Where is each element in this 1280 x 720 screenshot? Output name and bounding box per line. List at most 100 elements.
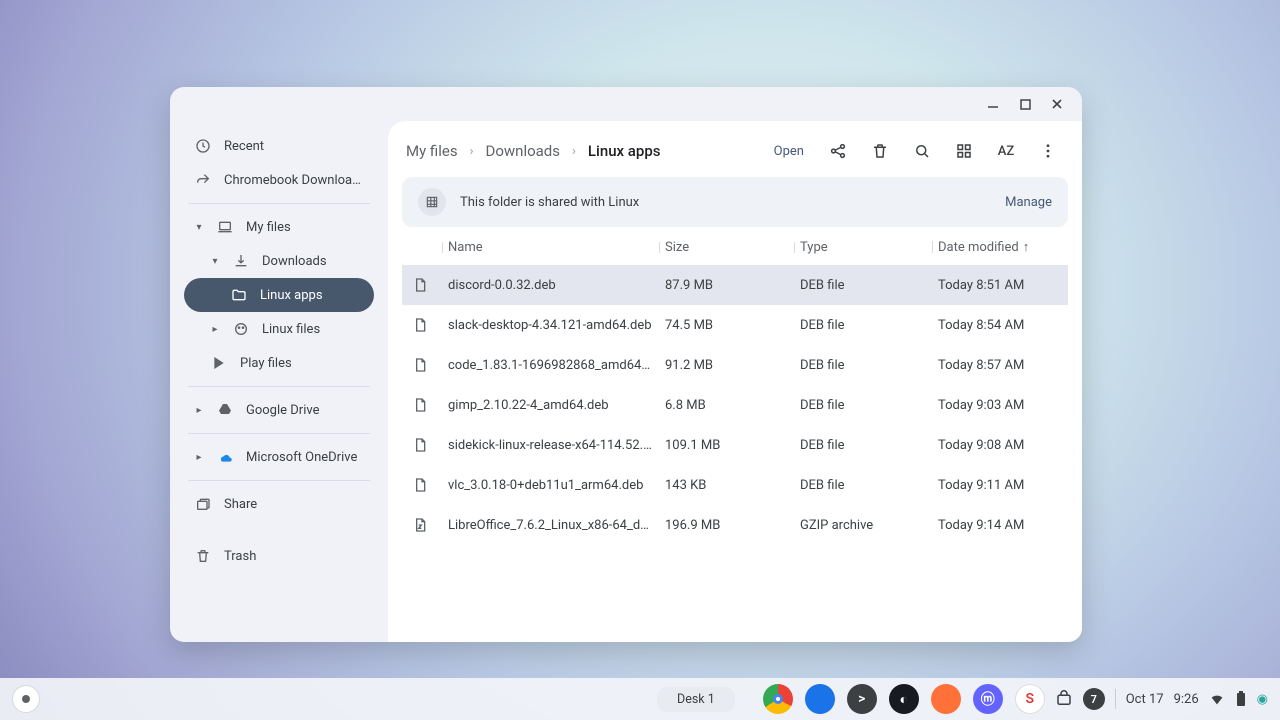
play-icon: [210, 355, 228, 371]
search-button[interactable]: [906, 135, 938, 167]
sidebar-item-play-files[interactable]: Play files: [184, 346, 374, 380]
file-row[interactable]: sidekick-linux-release-x64-114.52.2.3… 10…: [402, 425, 1068, 465]
sidebar-item-label: Chromebook Downloa…: [224, 173, 361, 188]
shelf: Desk 1 > ◐ ⓜ S 7 Oct 17 9:26 ◉: [0, 678, 1280, 720]
sidebar-item-trash[interactable]: Trash: [184, 539, 374, 573]
shelf-app-steam[interactable]: ◐: [889, 684, 919, 714]
column-type[interactable]: Type: [794, 240, 932, 255]
file-type: DEB file: [794, 358, 932, 373]
penguin-icon[interactable]: ◉: [1257, 692, 1268, 707]
sidebar-item-linux-apps[interactable]: Linux apps: [184, 278, 374, 312]
sort-label: AZ: [998, 144, 1014, 159]
shelf-time[interactable]: 9:26: [1174, 692, 1199, 707]
file-icon: [406, 357, 442, 373]
column-size[interactable]: Size: [659, 240, 794, 255]
file-type: DEB file: [794, 398, 932, 413]
sidebar-item-google-drive[interactable]: ▸ Google Drive: [184, 393, 374, 427]
file-row[interactable]: vlc_3.0.18-0+deb11u1_arm64.deb143 KBDEB …: [402, 465, 1068, 505]
chevron-right-icon: ▸: [210, 324, 220, 335]
tote-tray-button[interactable]: [1055, 690, 1073, 708]
breadcrumb-item-current: Linux apps: [588, 142, 661, 160]
file-modified: Today 9:08 AM: [932, 438, 1064, 453]
breadcrumb-item[interactable]: Downloads: [485, 142, 560, 160]
file-icon: [406, 517, 442, 533]
file-size: 109.1 MB: [659, 438, 794, 453]
breadcrumb-item[interactable]: My files: [406, 142, 458, 160]
shelf-app-files[interactable]: [805, 684, 835, 714]
file-row[interactable]: gimp_2.10.22-4_amd64.deb6.8 MBDEB fileTo…: [402, 385, 1068, 425]
minimize-button[interactable]: [982, 93, 1004, 115]
file-type: DEB file: [794, 478, 932, 493]
column-modified[interactable]: Date modified↑: [932, 239, 1064, 255]
close-button[interactable]: [1046, 93, 1068, 115]
tote-icon: [1055, 690, 1073, 708]
sort-asc-icon: ↑: [1023, 240, 1030, 255]
chevron-right-icon: ▸: [194, 452, 204, 463]
sidebar-item-share[interactable]: Share: [184, 487, 374, 521]
files-window: Recent Chromebook Downloa… ▾ My files ▾ …: [170, 87, 1082, 642]
file-icon: [406, 437, 442, 453]
shelf-app-terminal[interactable]: >: [847, 684, 877, 714]
file-name: sidekick-linux-release-x64-114.52.2.3…: [448, 438, 653, 453]
file-size: 143 KB: [659, 478, 794, 493]
more-button[interactable]: [1032, 135, 1064, 167]
sidebar: Recent Chromebook Downloa… ▾ My files ▾ …: [170, 121, 388, 642]
sidebar-item-linux-files[interactable]: ▸ Linux files: [184, 312, 374, 346]
trash-icon: [194, 548, 212, 564]
maximize-button[interactable]: [1014, 93, 1036, 115]
open-button[interactable]: Open: [766, 140, 812, 163]
battery-icon[interactable]: [1235, 691, 1247, 707]
onedrive-icon: [216, 449, 234, 465]
sidebar-item-label: Share: [224, 497, 257, 512]
shelf-app-mastodon[interactable]: ⓜ: [973, 684, 1003, 714]
grid-view-button[interactable]: [948, 135, 980, 167]
file-modified: Today 9:11 AM: [932, 478, 1064, 493]
notifications-button[interactable]: 7: [1083, 688, 1105, 710]
breadcrumb: My files › Downloads › Linux apps: [406, 142, 660, 160]
file-icon: [406, 397, 442, 413]
file-type: DEB file: [794, 318, 932, 333]
grid-icon: [955, 142, 973, 160]
file-icon: [406, 277, 442, 293]
maximize-icon: [1020, 99, 1031, 110]
file-size: 87.9 MB: [659, 278, 794, 293]
file-row[interactable]: slack-desktop-4.34.121-amd64.deb74.5 MBD…: [402, 305, 1068, 345]
file-icon: [406, 477, 442, 493]
close-icon: [1051, 98, 1063, 110]
sidebar-item-label: Microsoft OneDrive: [246, 450, 357, 465]
table-header: Name Size Type Date modified↑: [402, 227, 1068, 265]
sidebar-item-label: Linux apps: [260, 288, 323, 303]
sidebar-item-downloads[interactable]: ▾ Downloads: [184, 244, 374, 278]
shelf-app-sidekick[interactable]: S: [1015, 684, 1045, 714]
file-name: discord-0.0.32.deb: [448, 278, 653, 293]
notification-count: 7: [1091, 693, 1097, 706]
file-type: DEB file: [794, 438, 932, 453]
sidebar-item-my-files[interactable]: ▾ My files: [184, 210, 374, 244]
wifi-icon[interactable]: [1209, 691, 1225, 707]
titlebar: [170, 87, 1082, 121]
sidebar-item-onedrive[interactable]: ▸ Microsoft OneDrive: [184, 440, 374, 474]
desk-button[interactable]: Desk 1: [657, 687, 735, 712]
shelf-date[interactable]: Oct 17: [1126, 692, 1164, 707]
sidebar-item-recent[interactable]: Recent: [184, 129, 374, 163]
file-size: 196.9 MB: [659, 518, 794, 533]
chevron-down-icon: ▾: [210, 256, 220, 267]
chevron-right-icon: ›: [470, 144, 474, 159]
file-row[interactable]: LibreOffice_7.6.2_Linux_x86-64_deb.…196.…: [402, 505, 1068, 545]
file-row[interactable]: code_1.83.1-1696982868_amd64.deb91.2 MBD…: [402, 345, 1068, 385]
column-name[interactable]: Name: [442, 240, 659, 255]
sidebar-item-label: Play files: [240, 356, 292, 371]
file-row[interactable]: discord-0.0.32.deb87.9 MBDEB fileToday 8…: [402, 265, 1068, 305]
minimize-icon: [987, 98, 999, 110]
file-type: GZIP archive: [794, 518, 932, 533]
launcher-button[interactable]: [12, 685, 40, 713]
sort-button[interactable]: AZ: [990, 135, 1022, 167]
file-icon: [406, 317, 442, 333]
share-button[interactable]: [822, 135, 854, 167]
launcher-icon: [20, 693, 32, 705]
sidebar-item-chromebook-downloads[interactable]: Chromebook Downloa…: [184, 163, 374, 197]
shelf-app-chrome[interactable]: [763, 684, 793, 714]
manage-link[interactable]: Manage: [1005, 195, 1052, 210]
shelf-app-firefox[interactable]: [931, 684, 961, 714]
delete-button[interactable]: [864, 135, 896, 167]
